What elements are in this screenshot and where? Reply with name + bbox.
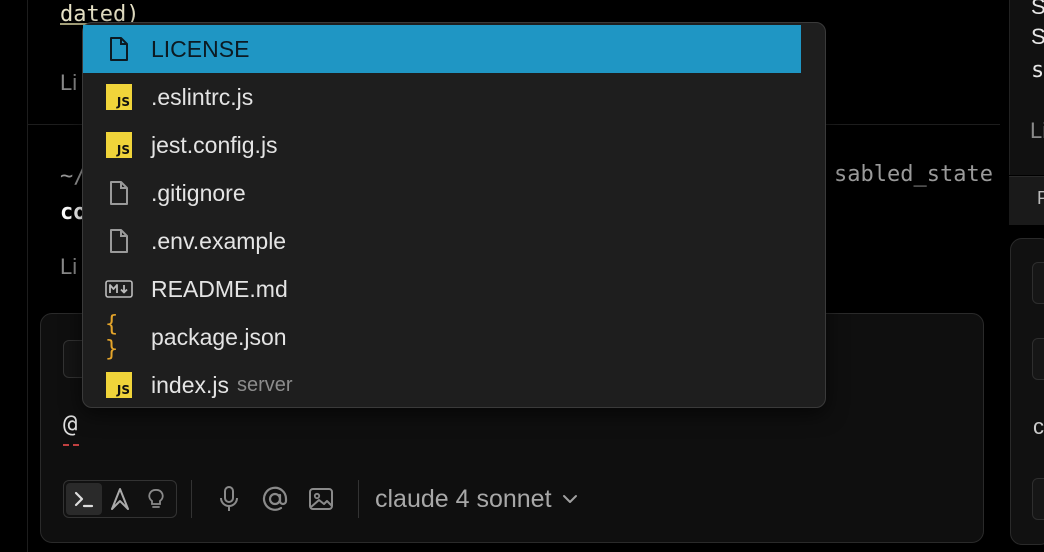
prompt-input[interactable]: @ [63,410,77,438]
mode-toggle-group [63,480,177,518]
divider [27,0,28,552]
file-item-package-json[interactable]: { } package.json [83,312,801,362]
image-icon [309,488,333,510]
js-icon: JS [105,83,133,111]
file-name: package.json [151,323,287,350]
at-sign-icon [262,486,288,511]
file-item-gitignore[interactable]: .gitignore [83,169,801,217]
right-panel-field[interactable] [1032,478,1044,520]
message-label: Li [60,254,78,279]
suggest-mode-button[interactable] [138,483,174,515]
js-icon: JS [105,131,133,159]
markdown-icon [105,275,133,303]
js-icon: JS [105,371,133,399]
right-panel-tab[interactable]: P [1037,188,1044,209]
file-item-index-js[interactable]: JS index.js server [83,361,801,409]
message-label: Li [60,70,78,95]
attach-image-button[interactable] [298,480,344,518]
file-item-eslintrc[interactable]: JS .eslintrc.js [83,73,801,121]
file-name: .gitignore [151,179,246,206]
composer-toolbar: claude 4 sonnet [63,479,578,519]
toolbar-divider [191,480,192,518]
mention-button[interactable] [252,480,298,518]
right-panel-label: Li [1030,118,1044,143]
file-name: .eslintrc.js [151,83,254,110]
model-label: claude 4 sonnet [375,484,552,513]
file-item-jest-config[interactable]: JS jest.config.js [83,121,801,169]
file-name: LICENSE [151,35,250,62]
file-icon [105,227,133,255]
file-name: index.js [151,371,229,398]
right-panel-text: c [1033,414,1044,439]
right-panel-text: S [1031,24,1044,49]
agent-mode-button[interactable] [102,483,138,515]
file-item-license[interactable]: LICENSE [83,25,801,73]
right-panel-text: s [1031,58,1044,83]
file-icon [105,179,133,207]
right-panel-field[interactable] [1032,338,1044,380]
state-text: sabled_state [834,162,993,187]
file-item-readme[interactable]: README.md [83,265,801,313]
file-icon [105,35,133,63]
agent-icon [111,488,129,510]
right-panel-text: S [1031,0,1044,19]
toolbar-divider [358,480,359,518]
file-folder-label: server [236,373,293,396]
terminal-icon [74,491,94,508]
microphone-icon [220,486,238,511]
file-item-env-example[interactable]: .env.example [83,217,801,265]
file-name: .env.example [151,227,287,254]
voice-input-button[interactable] [206,480,252,518]
json-icon: { } [105,312,118,362]
file-mention-dropdown: LICENSE JS .eslintrc.js JS jest.config.j… [82,22,826,408]
spellcheck-underline [63,442,79,446]
model-selector[interactable]: claude 4 sonnet [375,485,578,514]
terminal-mode-button[interactable] [66,483,102,515]
file-name: jest.config.js [151,131,278,158]
chevron-down-icon [562,495,577,503]
file-name: README.md [151,275,288,302]
lightbulb-icon [148,489,164,508]
right-panel-field[interactable] [1032,262,1044,304]
